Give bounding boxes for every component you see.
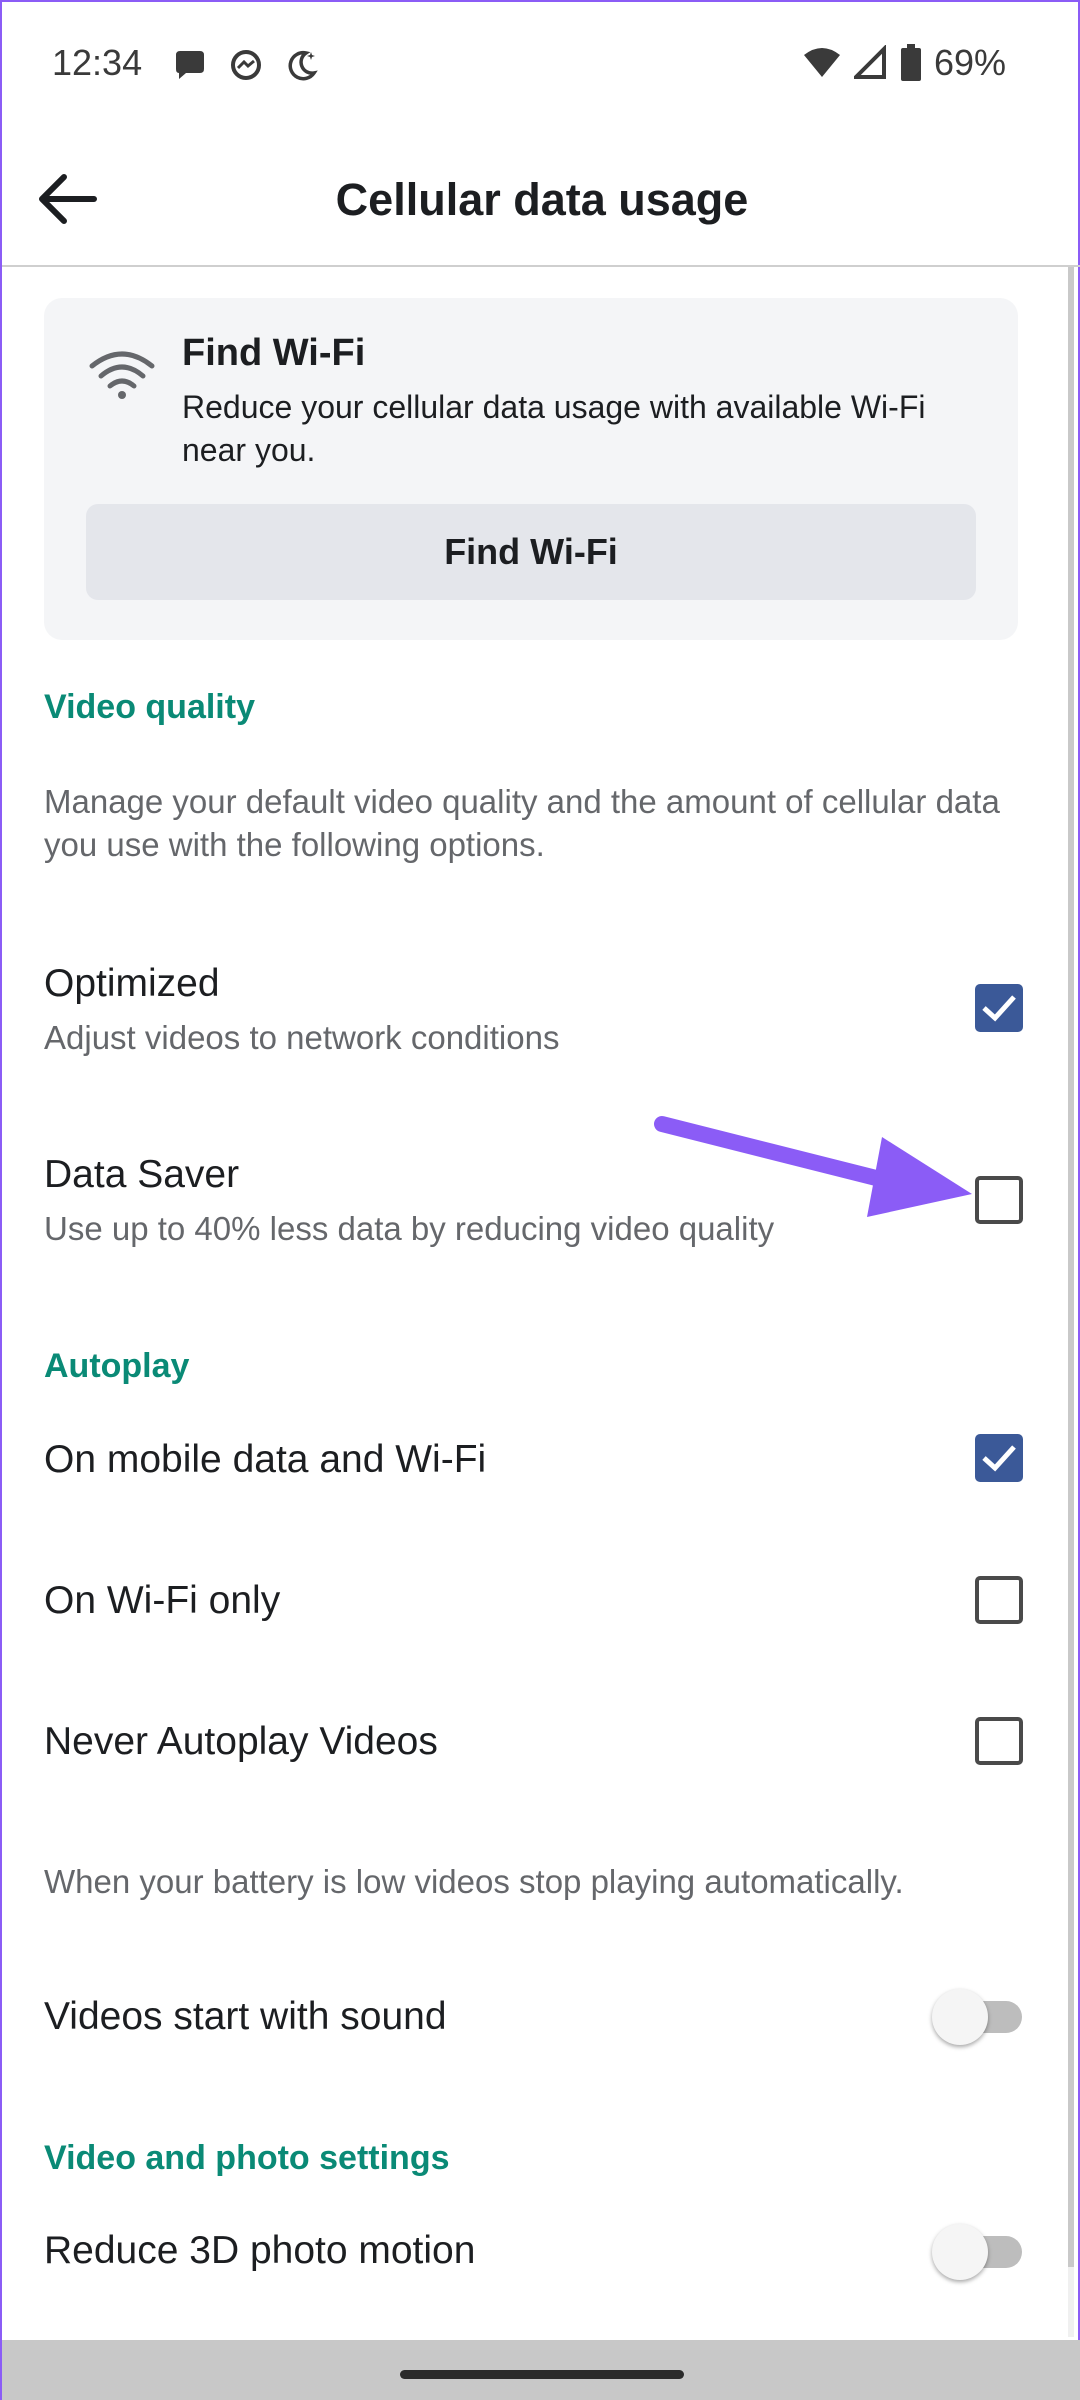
night-mode-icon — [288, 50, 318, 81]
autoplay-wifi-only-title[interactable]: On Wi-Fi only — [44, 1579, 280, 1623]
message-bubble-icon — [176, 51, 204, 79]
reduce-3d-motion-label: Reduce 3D photo motion — [44, 2229, 476, 2272]
find-wifi-card: Find Wi-Fi Reduce your cellular data usa… — [44, 298, 1018, 640]
find-wifi-title: Find Wi-Fi — [182, 332, 366, 374]
checkmark-icon — [982, 995, 1016, 1022]
optimized-option-title[interactable]: Optimized — [44, 962, 220, 1006]
status-notification-icons — [172, 47, 320, 83]
videos-sound-label: Videos start with sound — [44, 1995, 447, 2038]
battery-note: When your battery is low videos stop pla… — [44, 1863, 904, 1900]
find-wifi-button[interactable]: Find Wi-Fi — [86, 504, 976, 600]
toggle-knob — [932, 2224, 988, 2280]
autoplay-wifi-only-checkbox[interactable] — [975, 1576, 1023, 1624]
signal-icon — [853, 45, 886, 79]
videos-sound-toggle[interactable] — [932, 1989, 1024, 2045]
video-photo-settings-header: Video and photo settings — [44, 2139, 450, 2177]
home-gesture-handle[interactable] — [400, 2370, 684, 2379]
never-autoplay-checkbox[interactable] — [975, 1717, 1023, 1765]
data-saver-option-title[interactable]: Data Saver — [44, 1153, 239, 1197]
video-quality-description: Manage your default video quality and th… — [44, 783, 1000, 863]
battery-percentage: 69% — [933, 42, 1006, 83]
app-header: Cellular data usage — [2, 132, 1080, 267]
status-bar: 12:34 69% — [2, 2, 1080, 132]
scrollbar-thumb[interactable] — [1068, 267, 1074, 2267]
video-quality-header: Video quality — [44, 688, 255, 726]
status-system-icons: 69% — [802, 42, 1006, 84]
page-title: Cellular data usage — [335, 174, 749, 225]
status-time: 12:34 — [52, 42, 143, 83]
never-autoplay-title[interactable]: Never Autoplay Videos — [44, 1720, 438, 1764]
find-wifi-description: Reduce your cellular data usage with ava… — [182, 389, 926, 468]
checkmark-icon — [982, 1445, 1016, 1472]
optimized-option-subtitle: Adjust videos to network conditions — [44, 1019, 560, 1056]
toggle-knob — [932, 1989, 988, 2045]
battery-icon — [900, 44, 921, 81]
wifi-icon — [803, 48, 840, 77]
autoplay-header: Autoplay — [44, 1347, 190, 1385]
wifi-icon — [89, 351, 155, 399]
reduce-3d-motion-toggle[interactable] — [932, 2224, 1024, 2280]
autoplay-mobile-wifi-title[interactable]: On mobile data and Wi-Fi — [44, 1438, 486, 1482]
autoplay-mobile-wifi-checkbox[interactable] — [975, 1434, 1023, 1482]
optimized-checkbox[interactable] — [975, 984, 1023, 1032]
messenger-icon — [231, 50, 261, 80]
annotation-arrow-icon — [654, 1116, 972, 1217]
